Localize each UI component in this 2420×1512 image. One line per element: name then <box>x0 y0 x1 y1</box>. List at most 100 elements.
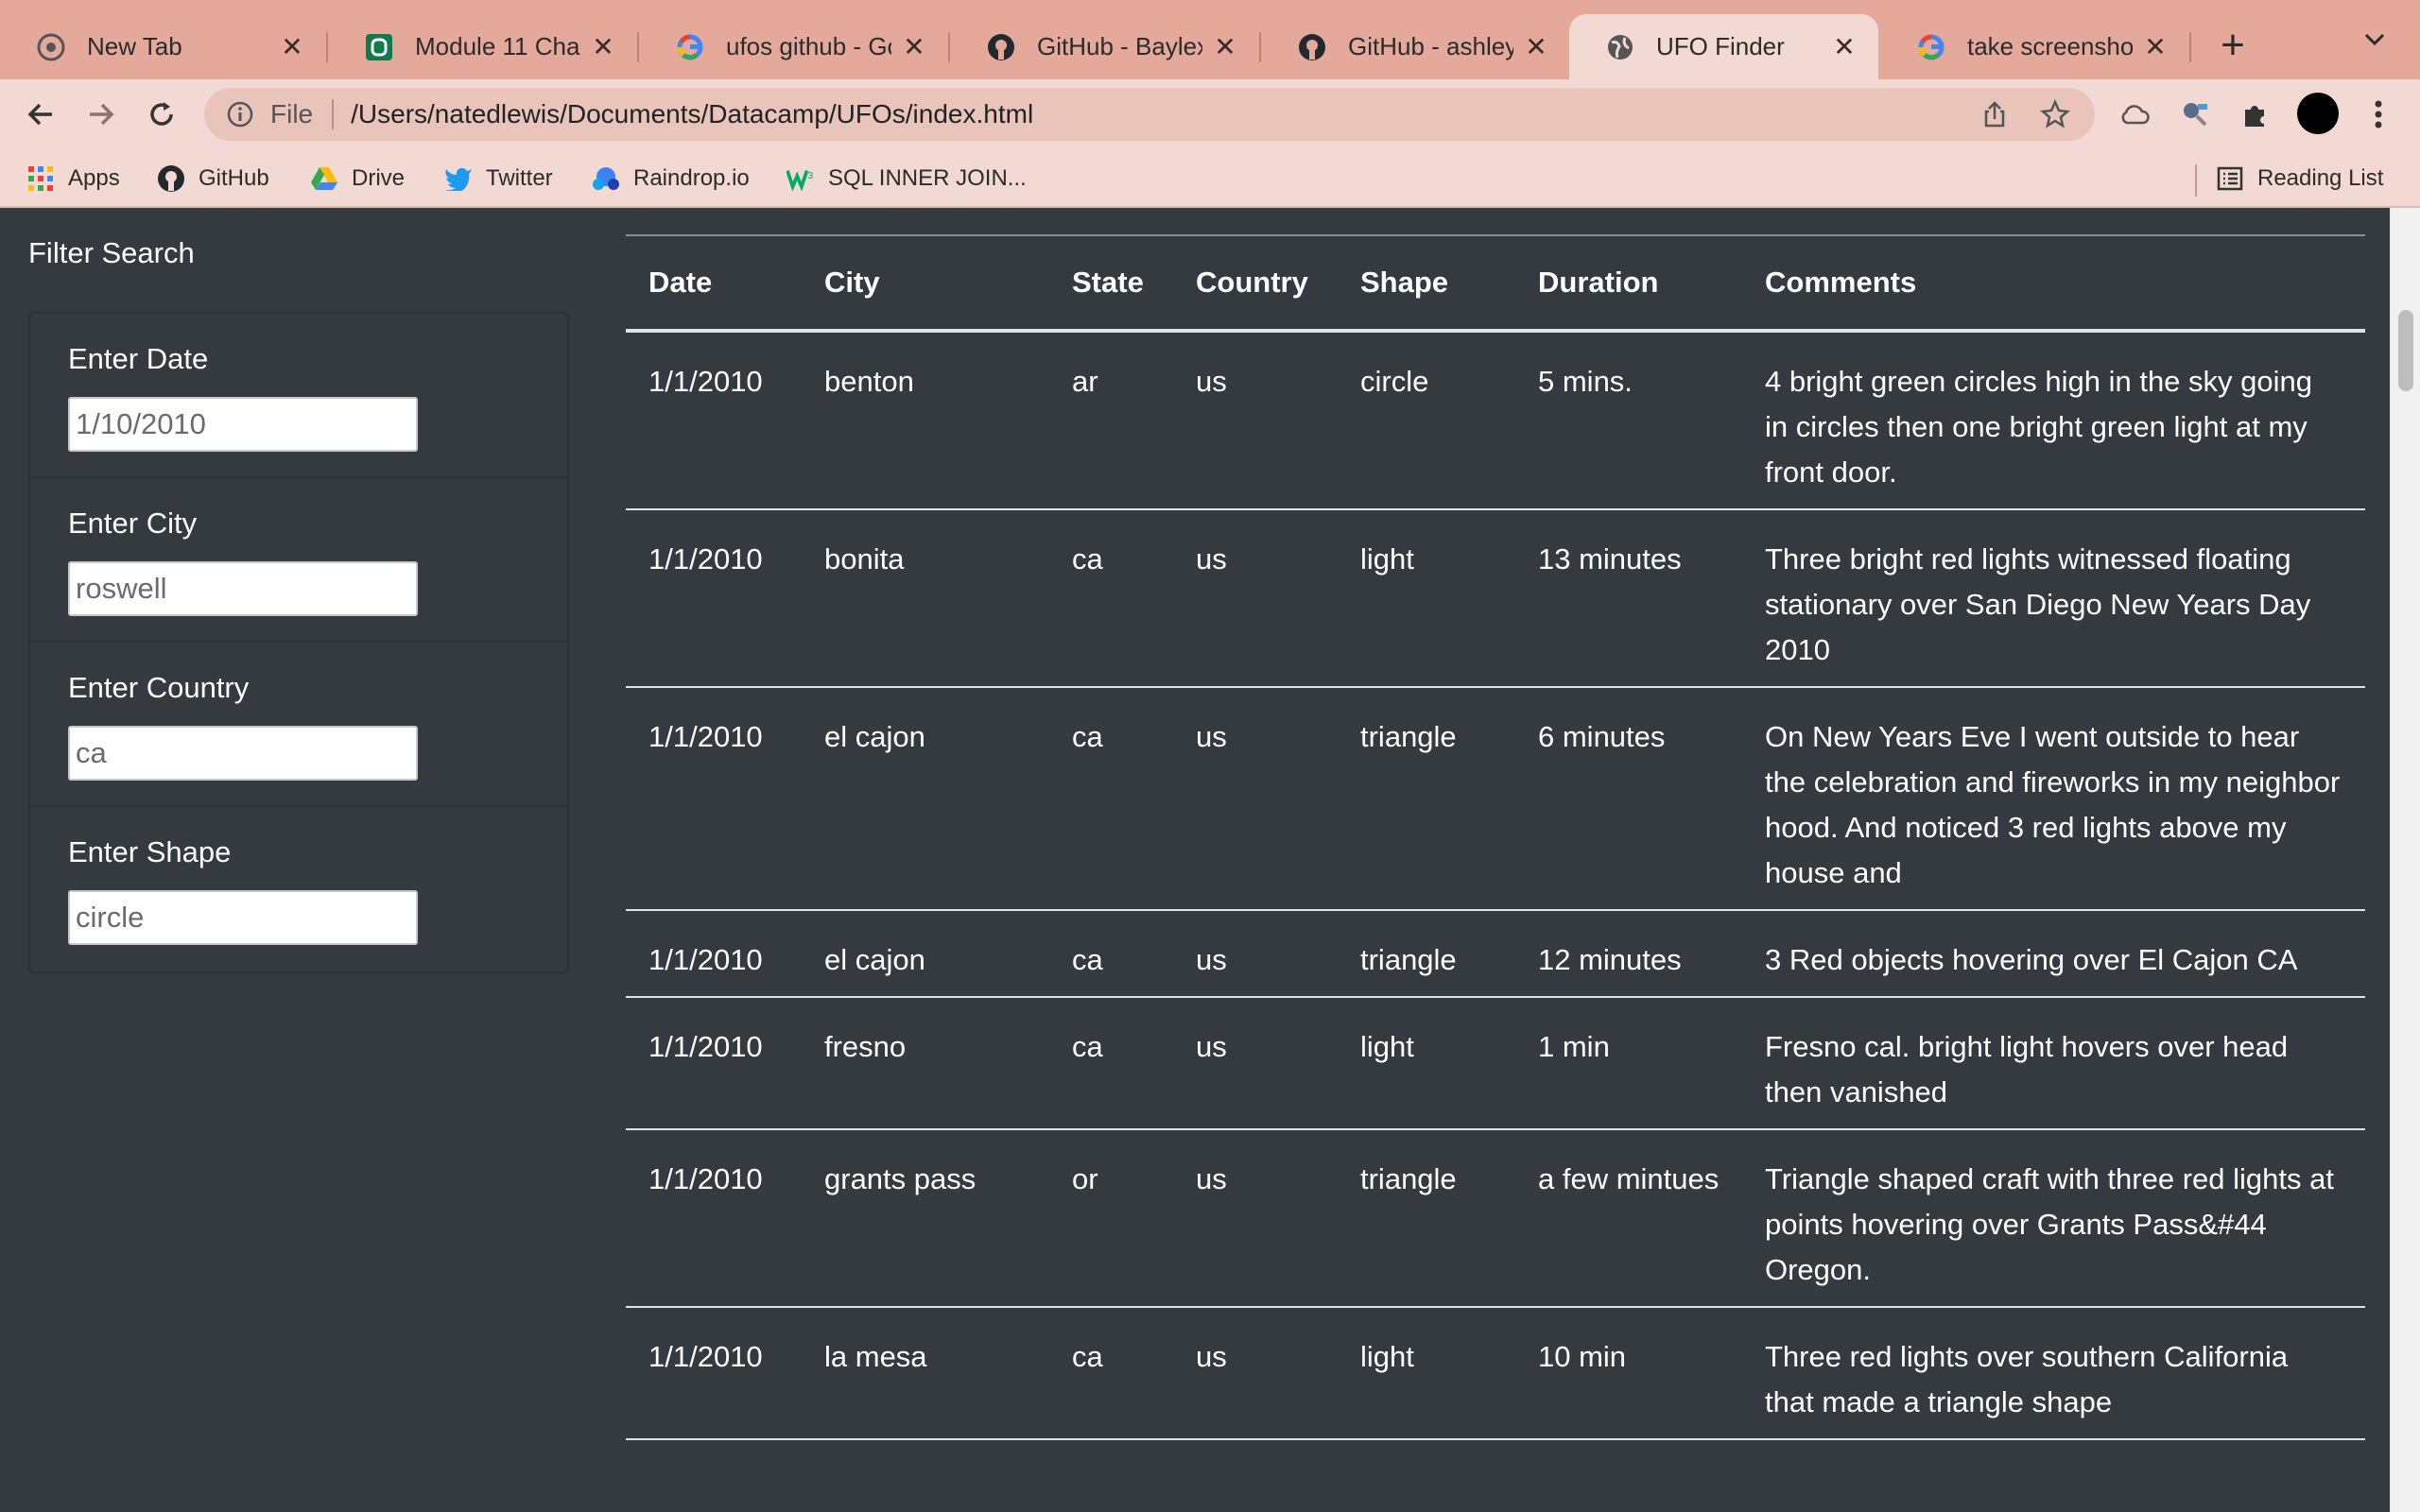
cell-comments: Three red lights over southern Californi… <box>1742 1307 2365 1440</box>
forward-arrow-icon[interactable] <box>78 91 125 138</box>
column-header-city: City <box>802 236 1049 333</box>
tab-title: GitHub - Baylex/UFOs <box>1037 32 1202 60</box>
globe-icon <box>1605 32 1635 62</box>
filter-list: Enter Date Enter City Enter Country Ente… <box>28 312 569 973</box>
bookmark-star-icon[interactable] <box>2034 94 2076 135</box>
back-arrow-icon[interactable] <box>17 91 64 138</box>
browser-toolbar: File /Users/natedlewis/Documents/Datacam… <box>0 79 2420 149</box>
drive-icon <box>310 164 338 193</box>
cell-duration: 6 minutes <box>1515 687 1742 911</box>
bookmark-raindrop[interactable]: Raindrop.io <box>592 161 750 197</box>
bookmark-github[interactable]: GitHub <box>157 161 269 197</box>
share-icon[interactable] <box>1974 94 2015 135</box>
cell-country: us <box>1173 509 1338 688</box>
kebab-menu-icon[interactable] <box>2358 94 2399 135</box>
cell-city: fresno <box>802 997 1049 1130</box>
address-bar[interactable]: File /Users/natedlewis/Documents/Datacam… <box>204 88 2095 141</box>
cell-comments: 4 bright green circles high in the sky g… <box>1742 331 2365 510</box>
close-icon[interactable]: ✕ <box>2142 31 2169 62</box>
cell-shape: triangle <box>1338 687 1515 911</box>
close-icon[interactable]: ✕ <box>279 31 305 62</box>
tab-take-screenshot[interactable]: take screenshot on mac ✕ <box>1880 14 2189 79</box>
bookmark-apps[interactable]: Apps <box>26 161 120 197</box>
shape-input[interactable] <box>68 890 418 945</box>
tab-github-ashley[interactable]: GitHub - ashley-g ✕ <box>1261 14 1570 79</box>
tab-title: ufos github - Google Search <box>726 32 891 60</box>
table-row: 1/1/2010 el cajon ca us triangle 12 minu… <box>626 910 2365 998</box>
cell-country: us <box>1173 1129 1338 1308</box>
tab-search-chevron-icon[interactable] <box>2354 26 2395 68</box>
bookmark-label: Apps <box>68 165 120 191</box>
bookmark-twitter[interactable]: Twitter <box>444 161 553 197</box>
cell-comments: Fresno cal. bright light hovers over hea… <box>1742 997 2365 1130</box>
cell-city: la mesa <box>802 1307 1049 1440</box>
tab-strip: New Tab ✕ Module 11 Challenge ✕ ufos git… <box>0 0 2420 79</box>
tab-new-tab[interactable]: New Tab ✕ <box>0 14 326 79</box>
ufo-table: Date City State Country Shape Duration C… <box>626 236 2365 1440</box>
bookmark-sql-inner-join[interactable]: 3 SQL INNER JOIN... <box>786 161 1027 197</box>
github-icon <box>1297 32 1327 62</box>
city-input[interactable] <box>68 561 418 616</box>
page-scrollbar[interactable] <box>2390 208 2420 1512</box>
close-icon[interactable]: ✕ <box>1523 31 1549 62</box>
table-header-row: Date City State Country Shape Duration C… <box>626 236 2365 333</box>
cell-duration: a few mintues <box>1515 1129 1742 1308</box>
tab-github-baylex[interactable]: GitHub - Baylex/UFOs ✕ <box>950 14 1259 79</box>
o-icon <box>364 32 394 62</box>
cell-duration: 13 minutes <box>1515 509 1742 688</box>
extension-satellite-icon[interactable] <box>2174 94 2216 135</box>
cell-duration: 12 minutes <box>1515 910 1742 998</box>
tab-title: UFO Finder <box>1656 32 1785 60</box>
cell-date: 1/1/2010 <box>626 509 802 688</box>
table-row: 1/1/2010 la mesa ca us light 10 min Thre… <box>626 1307 2365 1440</box>
filter-item-shape: Enter Shape <box>30 807 567 971</box>
column-header-state: State <box>1049 236 1173 333</box>
reading-list-button[interactable]: Reading List <box>2216 161 2383 197</box>
close-icon[interactable]: ✕ <box>1831 31 1858 62</box>
reading-list-icon <box>2216 164 2244 193</box>
tab-ufos-github-search[interactable]: ufos github - Google Search ✕ <box>639 14 948 79</box>
table-row: 1/1/2010 el cajon ca us triangle 6 minut… <box>626 687 2365 911</box>
table-row: 1/1/2010 bonita ca us light 13 minutes T… <box>626 509 2365 688</box>
cloud-icon[interactable] <box>2114 94 2155 135</box>
close-icon[interactable]: ✕ <box>901 31 927 62</box>
cell-country: us <box>1173 687 1338 911</box>
filter-item-country: Enter Country <box>30 643 567 807</box>
cell-date: 1/1/2010 <box>626 997 802 1130</box>
extensions-puzzle-icon[interactable] <box>2235 94 2276 135</box>
close-icon[interactable]: ✕ <box>590 31 616 62</box>
cell-city: el cajon <box>802 687 1049 911</box>
date-input[interactable] <box>68 397 418 452</box>
google-icon <box>1916 32 1946 62</box>
profile-avatar[interactable] <box>2297 93 2339 134</box>
bookmark-drive[interactable]: Drive <box>310 161 405 197</box>
cell-date: 1/1/2010 <box>626 1307 802 1440</box>
tab-ufo-finder[interactable]: UFO Finder ✕ <box>1569 14 1878 79</box>
cell-state: ar <box>1049 331 1173 510</box>
bookmark-label: SQL INNER JOIN... <box>828 165 1027 191</box>
column-header-date: Date <box>626 236 802 333</box>
address-scheme: File <box>270 99 314 129</box>
tab-title: New Tab <box>87 32 182 60</box>
page-content: Filter Search Enter Date Enter City Ente… <box>0 210 2420 1512</box>
address-url[interactable]: /Users/natedlewis/Documents/Datacamp/UFO… <box>351 99 1974 129</box>
cell-date: 1/1/2010 <box>626 1129 802 1308</box>
cell-shape: light <box>1338 997 1515 1130</box>
cell-shape: triangle <box>1338 910 1515 998</box>
cell-state: ca <box>1049 910 1173 998</box>
filter-item-city: Enter City <box>30 478 567 643</box>
filter-label: Enter City <box>68 507 198 540</box>
bookmark-label: GitHub <box>199 165 269 191</box>
close-icon[interactable]: ✕ <box>1212 31 1238 62</box>
table-row: 1/1/2010 grants pass or us triangle a fe… <box>626 1129 2365 1308</box>
cell-state: ca <box>1049 1307 1173 1440</box>
filter-label: Enter Shape <box>68 835 232 868</box>
info-icon[interactable] <box>223 97 257 131</box>
tab-module-11[interactable]: Module 11 Challenge ✕ <box>328 14 637 79</box>
reload-icon[interactable] <box>138 91 185 138</box>
cell-state: ca <box>1049 509 1173 688</box>
tab-title: Module 11 Challenge <box>415 32 580 60</box>
scrollbar-thumb[interactable] <box>2398 310 2413 391</box>
country-input[interactable] <box>68 726 418 781</box>
new-tab-plus-icon[interactable]: + <box>2212 23 2254 70</box>
